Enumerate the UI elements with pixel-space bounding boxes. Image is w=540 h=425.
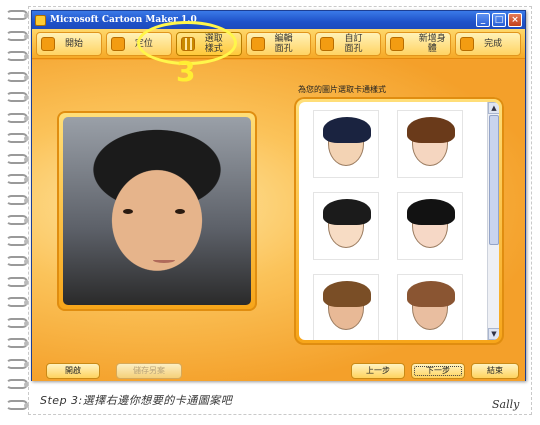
step-finish[interactable]: 完成 (455, 31, 522, 56)
binding-ring (6, 256, 29, 266)
step-number-annotation: 3 (176, 55, 196, 88)
step-label: 自訂 面孔 (344, 33, 363, 54)
binding-ring (6, 174, 29, 184)
binding-ring (6, 297, 29, 307)
step-toolbar: 開始 定位 選取 樣式 編輯 面孔 自訂 面孔 新增身體 完成 (32, 29, 525, 59)
cartoon-style-option[interactable] (313, 192, 379, 260)
binding-ring (6, 379, 29, 389)
binding-ring (6, 92, 29, 102)
page: Microsoft Cartoon Maker 1.0 _ □ × 開始 定位 … (0, 0, 540, 425)
hair-shape (407, 117, 455, 143)
binding-ring (6, 71, 29, 82)
binding-ring (6, 358, 29, 369)
binding-ring (6, 153, 29, 164)
app-icon (35, 14, 46, 26)
step-edit-face[interactable]: 編輯 面孔 (245, 31, 312, 56)
close-button[interactable]: × (508, 13, 522, 27)
position-icon (110, 36, 125, 51)
binding-ring (6, 399, 29, 410)
cartoon-style-option[interactable] (313, 274, 379, 340)
maximize-button[interactable]: □ (492, 13, 506, 27)
hair-shape (407, 281, 455, 307)
photo-eye-right (175, 209, 185, 214)
hair-shape (407, 199, 455, 225)
scroll-down-icon[interactable]: ▼ (488, 328, 499, 340)
title-bar: Microsoft Cartoon Maker 1.0 _ □ × (32, 11, 525, 29)
gallery-scrollbar[interactable]: ▲ ▼ (487, 102, 499, 340)
binding-ring (6, 30, 29, 41)
cartoon-style-option[interactable] (397, 110, 463, 178)
custom-face-icon (320, 36, 335, 51)
binding-ring (6, 215, 29, 225)
back-button[interactable]: 上一步 (351, 363, 405, 379)
home-icon (41, 36, 55, 51)
minimize-button[interactable]: _ (476, 13, 490, 27)
binding-ring (6, 194, 29, 205)
step-custom-face[interactable]: 自訂 面孔 (315, 31, 382, 56)
finish-icon (460, 36, 475, 51)
binding-ring (6, 112, 29, 123)
scroll-up-icon[interactable]: ▲ (488, 102, 499, 114)
binding-ring (6, 235, 29, 246)
binding-ring (6, 338, 29, 348)
window-title: Microsoft Cartoon Maker 1.0 (50, 15, 197, 25)
signature: Sally (492, 398, 520, 411)
edit-face-icon (250, 36, 265, 51)
notebook-rings (4, 6, 30, 416)
style-gallery: ▲ ▼ (299, 102, 499, 340)
body-icon (390, 36, 405, 51)
step-label: 開始 (65, 38, 84, 49)
step-caption: Step 3:選擇右邊你想要的卡通圖案吧 (40, 394, 233, 407)
step-label: 新增身體 (418, 33, 446, 54)
app-window: Microsoft Cartoon Maker 1.0 _ □ × 開始 定位 … (31, 10, 526, 381)
scroll-thumb[interactable] (489, 115, 499, 245)
binding-ring (6, 10, 29, 20)
gallery-frame: ▲ ▼ (294, 97, 504, 345)
cartoon-style-option[interactable] (397, 192, 463, 260)
main-content: 為您的圖片選取卡通樣式 ▲ ▼ 開啟 儲存另案 上一步 下一步 結束 (32, 60, 525, 381)
hair-shape (323, 199, 371, 225)
step-label: 編輯 面孔 (274, 33, 293, 54)
photo-frame (57, 111, 257, 311)
binding-ring (6, 276, 29, 287)
finish-button[interactable]: 結束 (471, 363, 519, 379)
cartoon-style-option[interactable] (313, 110, 379, 178)
binding-ring (6, 133, 29, 143)
step-add-body[interactable]: 新增身體 (385, 31, 452, 56)
next-button[interactable]: 下一步 (411, 363, 465, 379)
photo-mouth (153, 257, 175, 263)
hair-shape (323, 281, 371, 307)
binding-ring (6, 51, 29, 61)
open-button[interactable]: 開啟 (46, 363, 100, 379)
source-photo (63, 117, 251, 305)
hair-shape (323, 117, 371, 143)
gallery-title: 為您的圖片選取卡通樣式 (298, 85, 386, 94)
binding-ring (6, 317, 29, 328)
step-start[interactable]: 開始 (36, 31, 102, 56)
save-as-button[interactable]: 儲存另案 (116, 363, 182, 379)
step-label: 完成 (484, 38, 503, 49)
photo-eye-left (123, 209, 133, 214)
cartoon-style-option[interactable] (397, 274, 463, 340)
